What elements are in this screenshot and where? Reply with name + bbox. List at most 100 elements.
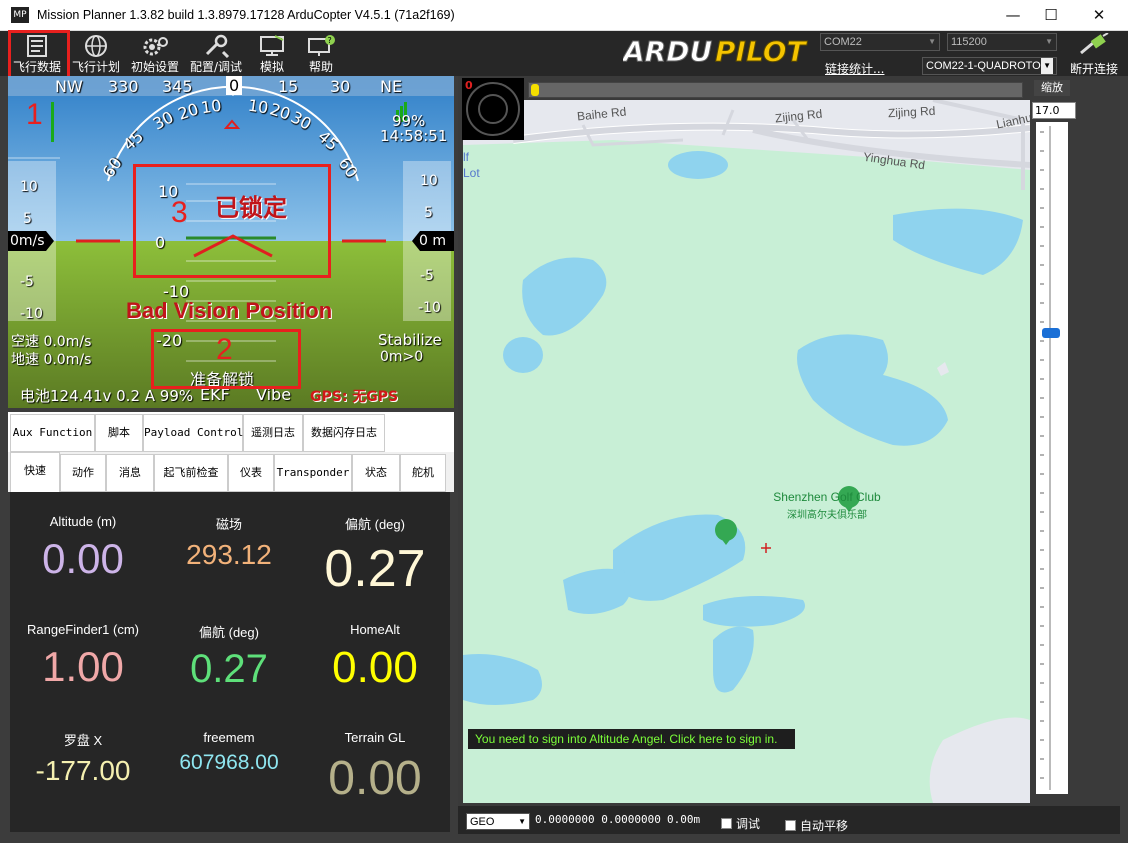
quick-cell[interactable]: 磁场 293.12 (156, 500, 302, 608)
poi-label-cn: 深圳高尔夫俱乐部 (787, 510, 867, 521)
hud-display: NW 330 345 0 15 30 NE 60 45 30 20 10 10 … (8, 76, 454, 408)
bad-vision-warning: Bad Vision Position (126, 298, 333, 323)
roll-tick: 10 (246, 95, 270, 118)
track-thumb[interactable] (531, 84, 539, 96)
alt-tick: 10 (420, 173, 438, 189)
toolbar-simulation[interactable]: 模拟 (252, 31, 292, 76)
map-view[interactable]: Baihe Rd Zijing Rd Zijing Rd Lianhu Ying… (463, 100, 1030, 803)
alt-tick: 5 (424, 205, 433, 221)
quick-cell[interactable]: 偏航 (deg) 0.27 (156, 608, 302, 716)
speed-tick: 5 (23, 211, 32, 227)
toolbar-label: 初始设置 (130, 60, 179, 74)
quick-cell-value: 293.12 (186, 539, 272, 570)
tab-preflight[interactable]: 起飞前检查 (154, 454, 228, 492)
track-slider[interactable] (528, 82, 1023, 98)
globe-icon (85, 35, 107, 57)
heading-value: 0 (226, 76, 243, 95)
alt-tick: -5 (420, 268, 434, 284)
map-edge-text: Lot (463, 166, 480, 180)
roll-tick: 10 (199, 95, 223, 118)
disconnect-label: 断开连接 (1069, 62, 1118, 76)
quick-cell[interactable]: RangeFinder1 (cm) 1.00 (10, 608, 156, 716)
tab-telemetry-logs[interactable]: 遥测日志 (243, 414, 303, 452)
zoom-ticks (1040, 126, 1051, 790)
title-bar: MP Mission Planner 1.3.82 build 1.3.8979… (0, 0, 1128, 31)
hud-time: 14:58:51 (380, 127, 448, 145)
airspeed: 空速 0.0m/s (11, 334, 92, 350)
vehicle-value: COM22-1-QUADROTOR (926, 60, 1049, 72)
tab-actions[interactable]: 动作 (60, 454, 106, 492)
toolbar-label: 配置/调试 (189, 60, 243, 74)
quick-cell-value: 1.00 (42, 643, 124, 690)
tab-aux-function[interactable]: Aux Function (10, 414, 95, 452)
zoom-slider[interactable] (1036, 122, 1068, 794)
tab-messages[interactable]: 消息 (106, 454, 154, 492)
poi-label[interactable]: Shenzhen Golf Club (723, 490, 923, 504)
quick-cell[interactable]: HomeAlt 0.00 (302, 608, 448, 716)
quick-cell[interactable]: 罗盘 X -177.00 (10, 716, 156, 824)
toolbar-help[interactable]: ? 帮助 (300, 31, 342, 76)
disconnect-button[interactable]: 断开连接 (1062, 32, 1126, 76)
quick-cell-value: 607968.00 (179, 751, 279, 774)
tab-servo[interactable]: 舵机 (400, 454, 446, 492)
speed-value: 0m/s (10, 233, 45, 249)
tab-scripts[interactable]: 脚本 (95, 414, 143, 452)
plug-icon (1080, 32, 1109, 55)
heading-tick: 15 (278, 77, 299, 96)
quick-cell-value: 0.00 (42, 535, 124, 582)
baud-value: 115200 (951, 36, 987, 48)
vehicle-select[interactable]: COM22-1-QUADROTOR ▼ (922, 57, 1057, 75)
tab-dataflash-logs[interactable]: 数据闪存日志 (303, 414, 385, 452)
heading-tick: 330 (108, 77, 139, 96)
quick-cell[interactable]: Terrain GL 0.00 (302, 716, 448, 824)
altitude-angel-notice[interactable]: You need to sign into Altitude Angel. Cl… (468, 729, 795, 749)
toolbar-initial-setup[interactable]: 初始设置 (127, 31, 183, 76)
speed-tick: -10 (20, 306, 43, 322)
quick-cell-value: -177.00 (35, 755, 131, 786)
baud-select[interactable]: 115200 ▼ (947, 33, 1057, 51)
quick-cell[interactable]: freemem 607968.00 (156, 716, 302, 824)
chevron-down-icon: ▼ (1041, 58, 1053, 74)
tab-quick[interactable]: 快速 (10, 452, 60, 492)
tab-gauges[interactable]: 仪表 (228, 454, 274, 492)
quick-cell-label: HomeAlt (350, 622, 400, 637)
quick-cell[interactable]: Altitude (m) 0.00 (10, 500, 156, 608)
autopan-checkbox[interactable] (785, 820, 796, 831)
tab-status[interactable]: 状态 (352, 454, 400, 492)
alt-tick: -10 (418, 300, 441, 316)
quick-cell-value: 0.27 (190, 647, 268, 691)
zoom-label: 缩放 (1034, 80, 1070, 96)
zoom-thumb[interactable] (1042, 328, 1060, 338)
speed-tick: -5 (20, 274, 34, 290)
tab-row-primary: 快速 动作 消息 起飞前检查 仪表 Transponder 状态 舵机 (8, 452, 454, 492)
main-toolbar: 飞行数据 飞行计划 初始设置 配置/调试 模拟 ? 帮助 ARDU PILOT … (0, 31, 1128, 76)
tab-payload-control[interactable]: Payload Control (143, 414, 243, 452)
toolbar-flight-plan[interactable]: 飞行计划 (68, 31, 124, 76)
debug-checkbox[interactable] (721, 818, 732, 829)
toolbar-label: 帮助 (308, 60, 333, 74)
toolbar-label: 飞行计划 (71, 60, 120, 74)
coord-type-select[interactable]: GEO ▼ (466, 813, 530, 830)
chevron-down-icon: ▼ (1045, 37, 1053, 46)
toolbar-config-tuning[interactable]: 配置/调试 (186, 31, 246, 76)
quick-cell-label: 偏航 (deg) (199, 625, 259, 640)
close-button[interactable]: ✕ (1076, 0, 1122, 31)
quick-cell-label: Altitude (m) (49, 514, 117, 529)
quick-cell-label: 磁场 (215, 517, 242, 532)
annotation-box-2 (151, 329, 301, 389)
quick-cell-label: Terrain GL (344, 730, 406, 745)
tab-transponder[interactable]: Transponder (274, 454, 352, 492)
map-edge-text: lf (463, 150, 469, 164)
compass-widget[interactable]: 0 (462, 78, 524, 140)
quick-cell-label: RangeFinder1 (cm) (27, 622, 139, 637)
zoom-value-input[interactable]: 17.0 (1032, 102, 1076, 119)
quick-cell-value: 0.00 (332, 643, 418, 692)
maximize-button[interactable]: ☐ (1028, 0, 1074, 31)
chevron-down-icon: ▼ (928, 37, 936, 46)
quick-cell[interactable]: 偏航 (deg) 0.27 (302, 500, 448, 608)
flight-mode: Stabilize (378, 331, 442, 349)
link-stats-link[interactable]: 链接统计... (825, 60, 884, 77)
svg-text:?: ? (328, 36, 332, 45)
port-select[interactable]: COM22 ▼ (820, 33, 940, 51)
gps-status: GPS: 无GPS (310, 389, 399, 405)
